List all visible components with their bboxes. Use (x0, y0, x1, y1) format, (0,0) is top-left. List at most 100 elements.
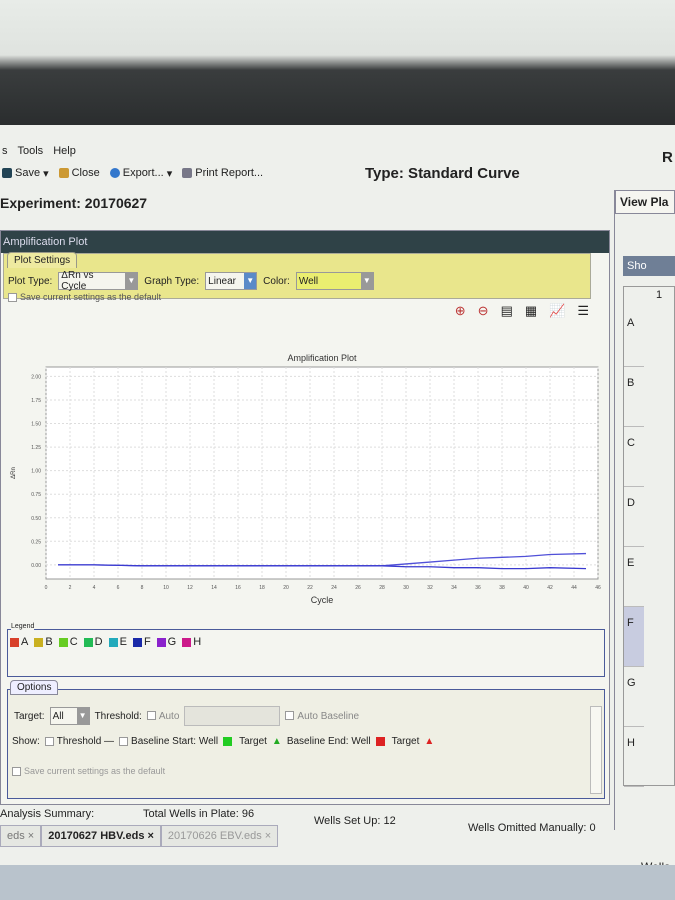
menu-item[interactable]: s (2, 145, 8, 163)
threshold-show-label: Threshold (56, 736, 102, 747)
auto-label: Auto (158, 710, 180, 722)
plate-row-header[interactable]: C (624, 427, 644, 487)
close-button[interactable]: Close (58, 167, 100, 179)
color-select[interactable]: Well ▼ (295, 272, 374, 290)
graph-type-label: Graph Type: (144, 275, 200, 287)
options-scrollbar[interactable] (590, 706, 602, 794)
close-label: Close (71, 167, 100, 179)
panel-title: Amplification Plot (1, 231, 609, 253)
graph-type-value: Linear (208, 275, 236, 287)
plot-settings: Plot Settings Plot Type: ΔRn vs Cycle ▼ G… (3, 252, 591, 303)
color-value: Well (298, 275, 319, 287)
experiment-name: Experiment: 20170627 (0, 195, 148, 211)
options-save-default-checkbox[interactable]: Save current settings as the default (12, 766, 166, 777)
auto-baseline-label: Auto Baseline (297, 710, 360, 722)
x-tick-label: 0 (45, 585, 48, 591)
x-tick-label: 2 (69, 585, 72, 591)
plate-row-header[interactable]: D (624, 487, 644, 547)
baseline-end-label: Baseline End: Well (286, 736, 371, 747)
plot-area (45, 366, 599, 580)
close-icon (58, 168, 69, 178)
plot-toolbar: ⊕ ⊖ ▤ ▦ 📈 ☰ (455, 303, 589, 319)
x-tick-label: 18 (259, 585, 265, 591)
print-report-button[interactable]: Print Report... (182, 167, 263, 179)
show-baseline-checkbox[interactable]: Baseline Start: Well (119, 736, 218, 747)
legend-item: A (10, 636, 28, 648)
x-tick-label: 38 (499, 585, 505, 591)
legend-item: G (156, 636, 176, 648)
menu-tools[interactable]: Tools (18, 145, 44, 163)
plate-row-header[interactable]: A (624, 307, 644, 367)
baseline-start-label: Baseline Start: Well (131, 736, 219, 747)
color-swatch (34, 637, 44, 647)
threshold-label: Threshold: (94, 710, 142, 722)
color-swatch (132, 637, 142, 647)
legend-item: E (108, 636, 127, 648)
options-save-default-label: Save current settings as the default (24, 766, 166, 776)
y-tick-label: 1.50 (31, 422, 41, 428)
print-icon[interactable]: ▤ (501, 303, 513, 319)
amplification-plot: Amplification Plot0 2 4 6 8 10 12 14 16 18 20 22 24 2… (11, 353, 601, 605)
auto-threshold-checkbox[interactable]: Auto (146, 710, 180, 722)
legend-item: H (182, 636, 201, 648)
x-tick-label: 40 (523, 585, 529, 591)
zoom-in-icon[interactable]: ⊕ (455, 303, 466, 319)
plate-row-header[interactable]: E (624, 547, 644, 607)
auto-baseline-checkbox[interactable]: Auto Baseline (285, 711, 359, 722)
plate-row-header[interactable]: F (624, 607, 644, 667)
legend: Legend A B C D E F G H (7, 623, 605, 677)
chart-title: Amplification Plot (287, 353, 357, 363)
export-button[interactable]: Export... ▾ (109, 167, 172, 180)
legend-item: B (34, 636, 53, 648)
file-tab-ebv[interactable]: 20170626 EBV.eds × (160, 825, 279, 847)
save-button[interactable]: Save ▾ (2, 167, 49, 180)
triangle-icon: ▲ (271, 736, 282, 747)
graph-type-select[interactable]: Linear ▼ (205, 272, 258, 290)
plot-type-select[interactable]: ΔRn vs Cycle ▼ (58, 270, 139, 292)
legend-list-icon[interactable]: ☰ (577, 303, 589, 319)
save-default-checkbox[interactable]: Save current settings as the default (8, 292, 161, 303)
x-axis-label: Cycle (311, 595, 334, 605)
column-header: 1 (656, 289, 663, 301)
x-tick-label: 44 (571, 585, 577, 591)
options-tab[interactable]: Options (10, 680, 59, 695)
legend-item: D (83, 636, 103, 648)
plate-row-header[interactable]: B (624, 367, 644, 427)
toolbar: Save ▾ Close Export... ▾ Print Report... (0, 163, 263, 183)
chevron-down-icon: ▼ (125, 273, 138, 289)
color-label: Color: (263, 275, 290, 287)
app-window: s Tools Help Save ▾ Close Export... ▾ Pr… (0, 125, 675, 875)
legend-item: C (58, 636, 78, 648)
x-tick-label: 20 (283, 585, 289, 591)
show-button[interactable]: Sho (623, 256, 675, 276)
chevron-down-icon: ▼ (76, 708, 89, 724)
legend-label: B (45, 636, 53, 648)
chart-options-icon[interactable]: 📈 (549, 303, 565, 319)
show-threshold-checkbox[interactable]: Threshold — (44, 736, 114, 747)
y-tick-label: 0.00 (31, 563, 41, 569)
zoom-out-icon[interactable]: ⊖ (478, 303, 489, 319)
save-image-icon[interactable]: ▦ (525, 303, 537, 319)
y-axis-label: ΔRn (11, 467, 17, 479)
y-tick-label: 0.50 (31, 516, 41, 522)
wells-set-up: Wells Set Up: 12 (314, 815, 396, 827)
color-swatch (156, 637, 166, 647)
chevron-down-icon: ▼ (360, 273, 373, 289)
color-swatch (108, 637, 118, 647)
file-tab[interactable]: eds × (0, 825, 42, 847)
triangle-icon: ▲ (424, 736, 435, 747)
right-header: R (662, 149, 673, 166)
legend-title: Legend (11, 623, 35, 630)
target-end-label: Target (391, 736, 420, 747)
plate-row-header[interactable]: H (624, 727, 644, 787)
color-swatch (58, 637, 68, 647)
menu-help[interactable]: Help (53, 145, 76, 163)
target-value: All (52, 710, 64, 722)
plot-settings-tab[interactable]: Plot Settings (7, 252, 78, 268)
target-select[interactable]: All ▼ (49, 707, 90, 725)
view-plate-tab[interactable]: View Pla (615, 190, 675, 214)
plate-row-header[interactable]: G (624, 667, 644, 727)
threshold-input[interactable] (184, 706, 281, 726)
legend-label: A (21, 636, 29, 648)
file-tab-hbv[interactable]: 20170627 HBV.eds × (41, 825, 161, 847)
